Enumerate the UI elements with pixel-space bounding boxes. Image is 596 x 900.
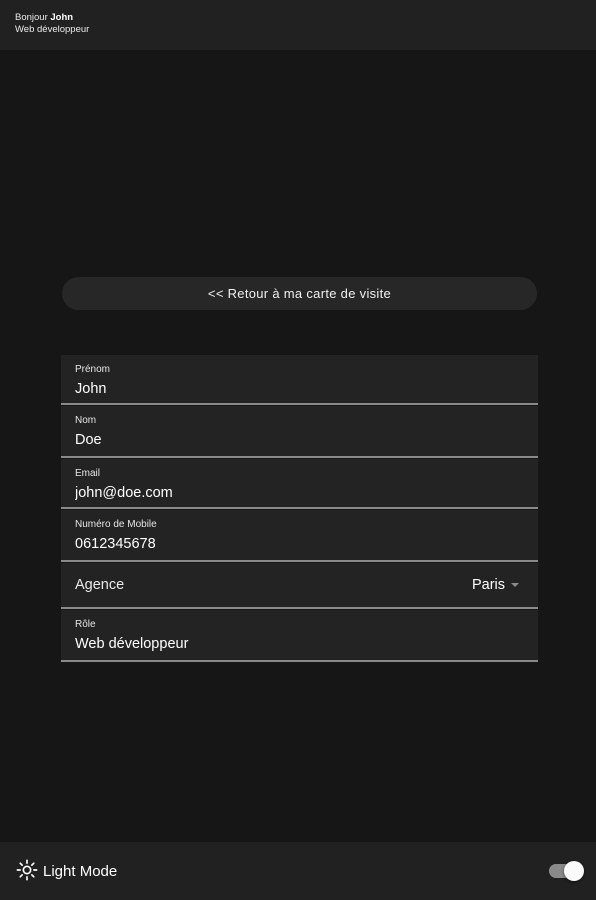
light-mode-toggle[interactable] (549, 861, 584, 881)
email-input[interactable] (75, 485, 515, 501)
first-name-field[interactable]: Prénom (61, 355, 538, 405)
email-label: Email (75, 468, 101, 479)
last-name-field[interactable]: Nom (61, 406, 538, 458)
mobile-input[interactable] (75, 536, 515, 552)
first-name-label: Prénom (75, 364, 111, 375)
agency-select[interactable]: Agence Paris (61, 563, 538, 609)
greeting-prefix: Bonjour (15, 12, 48, 23)
role-input[interactable] (75, 636, 515, 652)
sun-icon (16, 859, 38, 881)
header-bar: Bonjour John Web développeur (0, 0, 596, 50)
chevron-down-icon[interactable] (511, 583, 519, 587)
first-name-input[interactable] (75, 381, 515, 397)
toggle-knob[interactable] (564, 861, 584, 881)
email-field[interactable]: Email (61, 459, 538, 509)
role-field[interactable]: Rôle (61, 610, 538, 662)
mobile-field[interactable]: Numéro de Mobile (61, 510, 538, 562)
last-name-label: Nom (75, 415, 97, 426)
greeting: Bonjour John (15, 12, 73, 24)
profile-form: Prénom Nom Email Numéro de Mobile Agence… (61, 355, 538, 663)
light-mode-label: Light Mode (43, 863, 118, 880)
mobile-label: Numéro de Mobile (75, 519, 157, 530)
agency-label: Agence (75, 577, 125, 593)
agency-value[interactable]: Paris (472, 577, 505, 593)
back-to-card-button[interactable]: << Retour à ma carte de visite (62, 277, 537, 310)
user-name: John (50, 12, 74, 23)
role-label: Rôle (75, 619, 96, 630)
last-name-input[interactable] (75, 432, 515, 448)
job-title: Web développeur (15, 24, 90, 35)
footer-bar: Light Mode (0, 842, 596, 900)
